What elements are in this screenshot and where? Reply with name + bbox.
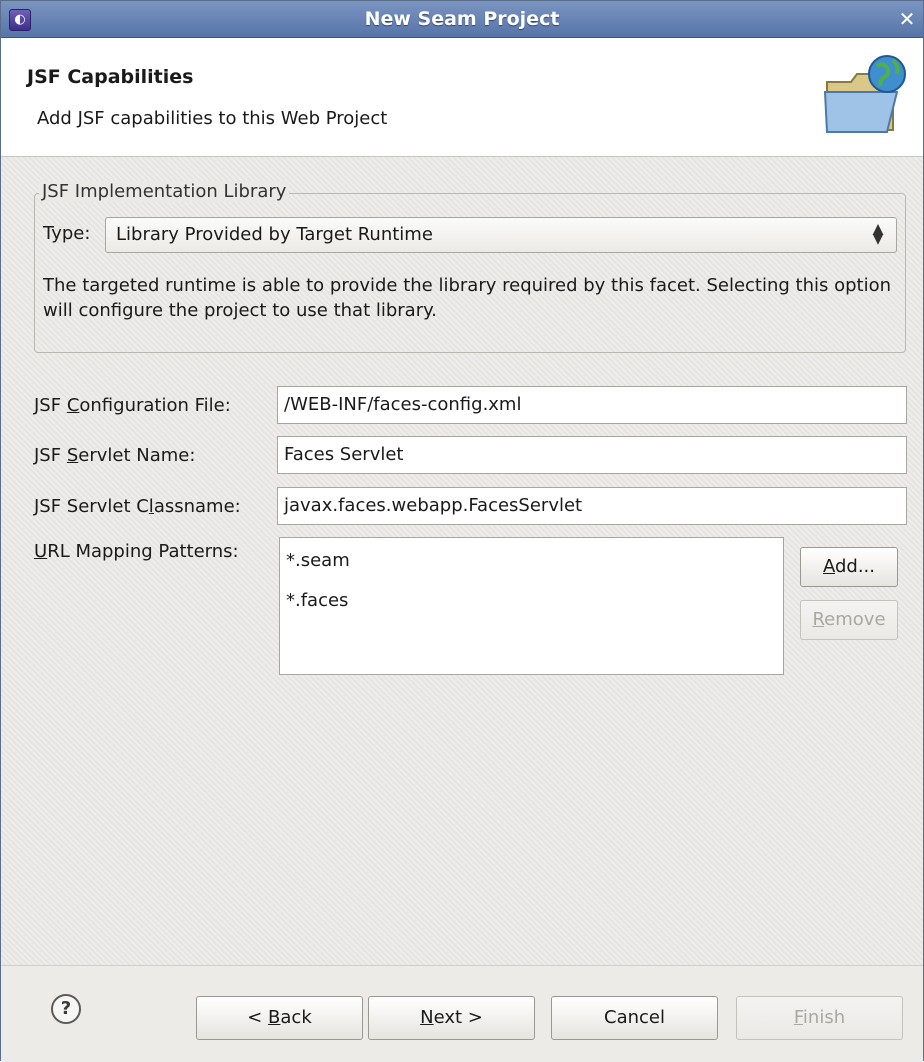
page-title: JSF Capabilities (27, 66, 194, 88)
help-icon[interactable]: ? (51, 994, 81, 1024)
finish-button[interactable]: Finish (736, 996, 903, 1040)
list-item[interactable]: *.faces (286, 590, 348, 611)
updown-arrow-icon: ▲ ▼ (872, 221, 884, 247)
servlet-classname-input[interactable]: javax.faces.webapp.FacesServlet (277, 487, 907, 525)
wizard-footer: ? < Back Next > Cancel Finish (1, 965, 923, 1062)
url-patterns-label: URL Mapping Patterns: (34, 541, 239, 562)
title-bar[interactable]: ◐ New Seam Project ✕ (1, 1, 923, 38)
url-patterns-list[interactable]: *.seam *.faces (279, 537, 784, 675)
type-label: Type: (43, 223, 90, 244)
servlet-name-input[interactable]: Faces Servlet (277, 436, 907, 474)
servlet-classname-label: JSF Servlet Classname: (34, 496, 241, 517)
close-icon[interactable]: ✕ (895, 7, 919, 31)
list-item[interactable]: *.seam (286, 550, 350, 571)
config-file-input[interactable]: /WEB-INF/faces-config.xml (277, 386, 907, 424)
folder-globe-icon (823, 55, 906, 133)
library-type-select[interactable]: Library Provided by Target Runtime ▲ ▼ (105, 217, 897, 253)
type-label-text: Type: (43, 223, 91, 244)
library-description: The targeted runtime is able to provide … (43, 275, 892, 321)
library-type-value: Library Provided by Target Runtime (116, 224, 433, 245)
window-title: New Seam Project (364, 8, 560, 30)
cancel-button[interactable]: Cancel (551, 996, 718, 1040)
wizard-header: JSF Capabilities Add JSF capabilities to… (1, 38, 923, 157)
add-pattern-button[interactable]: Add... (800, 547, 898, 587)
next-button[interactable]: Next > (368, 996, 535, 1040)
servlet-name-label: JSF Servlet Name: (34, 445, 196, 466)
new-seam-project-dialog: ◐ New Seam Project ✕ JSF Capabilities Ad… (0, 0, 924, 1062)
group-legend: JSF Implementation Library (39, 181, 290, 202)
back-button[interactable]: < Back (196, 996, 363, 1040)
page-description: Add JSF capabilities to this Web Project (37, 108, 388, 129)
remove-pattern-button[interactable]: Remove (800, 600, 898, 640)
config-file-label: JSF Configuration File: (34, 395, 231, 416)
